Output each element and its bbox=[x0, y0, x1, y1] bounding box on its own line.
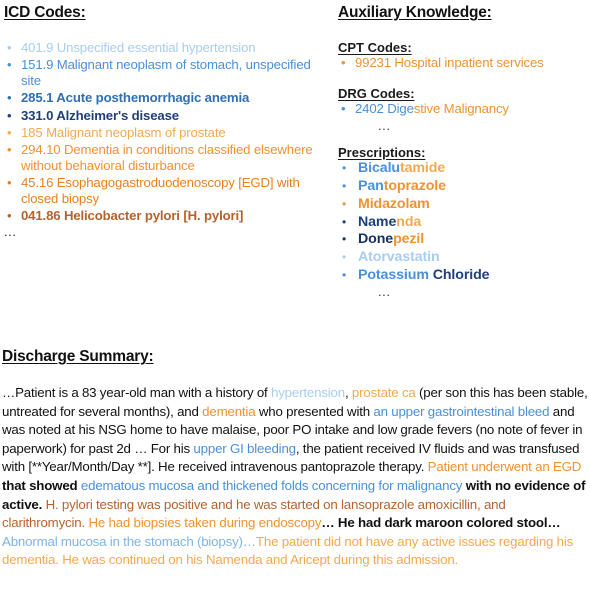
summary-segment: He had biopsies taken during endoscopy bbox=[88, 515, 322, 531]
prescriptions-list: • Bicalutamide • Pantoprazole • Midazolam • Nam… bbox=[338, 160, 590, 285]
icd-code-item-label: 331.0 Alzheimer's disease bbox=[21, 107, 179, 123]
bullet-icon: • bbox=[342, 196, 347, 211]
summary-segment: He had dark maroon colored stool… bbox=[337, 515, 561, 531]
drg-code-item-label: stive Malignancy bbox=[413, 101, 509, 117]
icd-code-item-label: 041.86 Helicobacter pylori [H. pylori] bbox=[21, 208, 244, 224]
prescriptions-trailing-ellipsis: ... bbox=[378, 284, 391, 300]
drg-codes-list: • 2402 Digestive Malignancy bbox=[338, 101, 590, 116]
discharge-summary-text: …Patient is a 83 year-old man with a his… bbox=[2, 384, 588, 570]
icd-codes-header: ICD Codes: bbox=[4, 4, 86, 21]
drg-trailing-ellipsis: ... bbox=[378, 117, 391, 133]
bullet-icon: • bbox=[341, 55, 346, 70]
icd-code-item: • 401.9 Unspecified essential hypertensio… bbox=[4, 40, 326, 55]
summary-segment: …Patient is a 83 year-old man with a his… bbox=[2, 385, 271, 400]
summary-segment: … bbox=[321, 515, 338, 531]
icd-code-item-label: 285.1 Acute posthemorrhagic anemia bbox=[21, 90, 250, 106]
bullet-icon: • bbox=[342, 250, 347, 265]
prescription-item-label: Pan bbox=[358, 177, 384, 194]
cpt-codes-list: • 99231 Hospital inpatient services bbox=[338, 55, 590, 70]
summary-segment: that showed bbox=[2, 477, 81, 493]
icd-codes-list: • 401.9 Unspecified essential hypertensio… bbox=[4, 40, 326, 223]
cpt-code-item-label: 99231 Hospital inpatient services bbox=[355, 55, 544, 70]
summary-segment: Abnormal mucosa in the stomach (biopsy)… bbox=[2, 533, 256, 549]
icd-code-item-label: 185 Malignant neoplasm of prostate bbox=[21, 125, 226, 141]
icd-code-item-label: 45.16 Esophagogastroduodenoscopy [EGD] w… bbox=[21, 175, 300, 206]
summary-segment: dementia bbox=[202, 403, 256, 419]
prescription-item-label: pezil bbox=[393, 231, 425, 248]
prescription-item-label: Potassium bbox=[358, 267, 433, 284]
bullet-icon: • bbox=[341, 101, 346, 117]
medical-annotation-figure: ICD Codes: • 401.9 Unspecified essential … bbox=[0, 0, 590, 614]
icd-code-item-label: 294.10 Dementia in conditions classified… bbox=[21, 142, 313, 173]
bullet-icon: • bbox=[7, 142, 12, 158]
bullet-icon: • bbox=[342, 178, 347, 193]
summary-segment: upper GI bleeding bbox=[193, 440, 296, 456]
prescription-item-label: Done bbox=[358, 231, 394, 248]
prescription-item: • Midazolam bbox=[338, 196, 590, 213]
prescription-item: • Potassium Chloride bbox=[338, 267, 590, 284]
prescription-item: • Donepezil bbox=[338, 231, 590, 248]
prescription-item: • Bicalutamide bbox=[338, 160, 590, 177]
bullet-icon: • bbox=[7, 175, 12, 191]
prescription-item-label: toprazole bbox=[383, 177, 446, 194]
bullet-icon: • bbox=[7, 90, 12, 106]
prescription-item-label: Midazolam bbox=[358, 195, 430, 212]
bullet-icon: • bbox=[342, 214, 347, 229]
icd-code-item: • 185 Malignant neoplasm of prostate bbox=[4, 125, 326, 140]
summary-segment: , bbox=[344, 385, 352, 400]
icd-code-item: • 331.0 Alzheimer's disease bbox=[4, 108, 326, 123]
bullet-icon: • bbox=[7, 57, 12, 73]
bullet-icon: • bbox=[7, 107, 12, 123]
icd-code-item-label: 401.9 Unspecified essential hypertension bbox=[21, 40, 256, 55]
icd-code-item: • 294.10 Dementia in conditions classifie… bbox=[4, 142, 326, 173]
prescriptions-header: Prescriptions: bbox=[338, 144, 426, 160]
prescription-item-label: Bicalu bbox=[358, 159, 400, 176]
bullet-icon: • bbox=[7, 125, 12, 141]
auxiliary-knowledge-section: Auxiliary Knowledge: CPT Codes: • 99231 H… bbox=[338, 4, 590, 299]
icd-code-item: • 285.1 Acute posthemorrhagic anemia bbox=[4, 90, 326, 105]
bullet-icon: • bbox=[342, 160, 347, 175]
summary-segment: prostate ca bbox=[351, 385, 416, 400]
bullet-icon: • bbox=[7, 40, 12, 55]
prescription-item-label: Atorvastatin bbox=[358, 249, 440, 266]
summary-segment: Patient underwent an EGD bbox=[427, 459, 582, 475]
cpt-codes-header: CPT Codes: bbox=[338, 40, 412, 55]
icd-codes-section: ICD Codes: • 401.9 Unspecified essential … bbox=[4, 4, 326, 239]
cpt-code-item: • 99231 Hospital inpatient services bbox=[338, 55, 590, 70]
prescription-item: • Pantoprazole bbox=[338, 178, 590, 195]
drg-code-item: • 2402 Digestive Malignancy bbox=[338, 101, 590, 116]
icd-code-item-label: 151.9 Malignant neoplasm of stomach, uns… bbox=[21, 57, 311, 88]
prescription-item-label: nda bbox=[396, 213, 422, 230]
prescription-item-label: Chloride bbox=[432, 267, 490, 284]
bullet-icon: • bbox=[342, 232, 347, 247]
drg-code-item-label: 2402 Dige bbox=[355, 101, 414, 117]
icd-code-item: • 151.9 Malignant neoplasm of stomach, un… bbox=[4, 57, 326, 88]
summary-segment: edematous mucosa and thickened folds con… bbox=[80, 477, 463, 493]
discharge-summary-section: Discharge Summary: …Patient is a 83 year… bbox=[2, 348, 588, 570]
bullet-icon: • bbox=[342, 268, 347, 283]
prescription-item: • Atorvastatin bbox=[338, 249, 590, 266]
summary-segment: hypertension bbox=[271, 385, 345, 400]
icd-code-item: • 041.86 Helicobacter pylori [H. pylori] bbox=[4, 208, 326, 223]
auxiliary-knowledge-header: Auxiliary Knowledge: bbox=[338, 4, 492, 21]
prescription-item-label: Name bbox=[358, 213, 397, 230]
summary-segment: who presented with bbox=[255, 403, 374, 419]
prescription-item-label: tamide bbox=[399, 159, 446, 176]
icd-code-item: • 45.16 Esophagogastroduodenoscopy [EGD] … bbox=[4, 175, 326, 206]
icd-trailing-ellipsis: ... bbox=[4, 224, 17, 240]
drg-codes-header: DRG Codes: bbox=[338, 86, 415, 102]
prescription-item: • Namenda bbox=[338, 214, 590, 231]
bullet-icon: • bbox=[7, 208, 12, 224]
discharge-summary-header: Discharge Summary: bbox=[2, 348, 154, 365]
summary-segment: an upper gastrointestinal bleed bbox=[373, 403, 550, 419]
